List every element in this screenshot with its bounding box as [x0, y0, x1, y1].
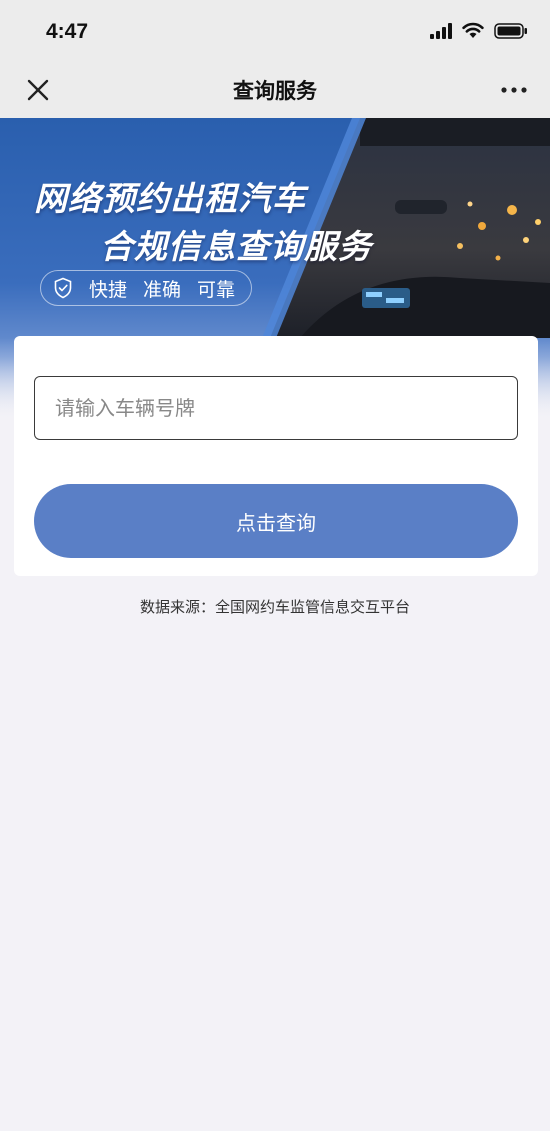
- signal-icon: [430, 22, 452, 39]
- tag-reliable: 可靠: [197, 278, 236, 301]
- page-title: 查询服务: [233, 79, 317, 103]
- tag-accurate: 准确: [143, 278, 182, 301]
- tag-fast: 快捷: [89, 278, 128, 301]
- status-time: 4:47: [46, 20, 89, 43]
- shield-check-icon: [54, 277, 72, 299]
- more-icon[interactable]: [498, 76, 530, 104]
- battery-icon: [494, 22, 527, 39]
- banner-title-line1: 网络预约出租汽车: [34, 179, 306, 218]
- banner-tags: 快捷 准确 可靠: [40, 270, 253, 306]
- status-icons: [430, 22, 528, 39]
- data-source-note: 数据来源：全国网约车监管信息交互平台: [139, 598, 410, 616]
- plate-number-input[interactable]: [34, 376, 518, 440]
- status-bar: 4:47: [0, 0, 550, 62]
- query-button[interactable]: 点击查询: [34, 484, 518, 558]
- nav-bar: 查询服务: [0, 62, 550, 118]
- query-card: 点击查询: [14, 336, 538, 576]
- wifi-icon: [462, 22, 484, 38]
- banner-title-line2: 合规信息查询服务: [100, 227, 372, 266]
